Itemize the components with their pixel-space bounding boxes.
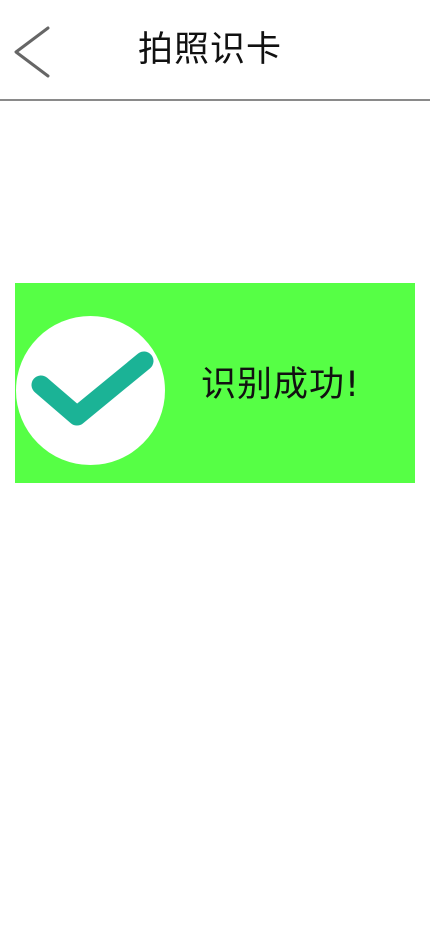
check-icon xyxy=(31,351,154,426)
recognition-result-banner: 识别成功! xyxy=(15,283,415,483)
success-badge xyxy=(16,316,165,465)
top-navigation-bar: 拍照识卡 xyxy=(0,0,430,101)
page-title: 拍照识卡 xyxy=(137,30,282,70)
result-message: 识别成功! xyxy=(201,365,361,405)
